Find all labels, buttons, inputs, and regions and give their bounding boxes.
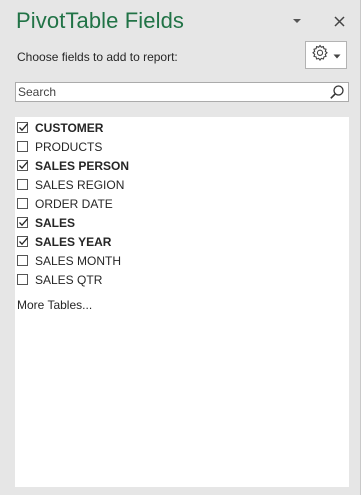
checkbox[interactable]	[17, 160, 28, 171]
task-pane-options-button[interactable]	[286, 10, 308, 32]
checkbox[interactable]	[17, 179, 28, 190]
chevron-down-icon	[333, 46, 341, 64]
field-item-products[interactable]: PRODUCTS	[17, 137, 337, 156]
pivottable-fields-pane: PivotTable Fields Choose fields to add t…	[0, 0, 361, 495]
field-label: PRODUCTS	[35, 139, 103, 154]
checkbox[interactable]	[17, 236, 28, 247]
pane-title: PivotTable Fields	[16, 8, 184, 33]
chevron-down-icon	[292, 18, 302, 24]
tools-button[interactable]	[305, 41, 347, 69]
field-item-sales-month[interactable]: SALES MONTH	[17, 251, 337, 270]
field-label: SALES REGION	[35, 177, 125, 192]
field-label: SALES	[35, 215, 76, 230]
more-tables-link[interactable]: More Tables...	[17, 298, 92, 312]
checkbox[interactable]	[17, 255, 28, 266]
field-item-sales-year[interactable]: SALES YEAR	[17, 232, 337, 251]
field-label: ORDER DATE	[35, 196, 113, 211]
search-input[interactable]	[16, 83, 328, 101]
field-list: CUSTOMER PRODUCTS SALES PERSON SALES REG…	[15, 117, 349, 487]
checkbox[interactable]	[17, 141, 28, 152]
pane-subtitle: Choose fields to add to report:	[17, 50, 178, 64]
field-label: SALES MONTH	[35, 253, 122, 268]
checkbox[interactable]	[17, 217, 28, 228]
field-item-sales-region[interactable]: SALES REGION	[17, 175, 337, 194]
field-item-sales-person[interactable]: SALES PERSON	[17, 156, 337, 175]
close-button[interactable]	[328, 10, 350, 32]
field-label: SALES YEAR	[35, 234, 112, 249]
field-label: SALES PERSON	[35, 158, 130, 173]
checkbox[interactable]	[17, 274, 28, 285]
field-item-sales-qtr[interactable]: SALES QTR	[17, 270, 337, 289]
gear-icon	[311, 44, 329, 67]
close-icon	[333, 15, 345, 27]
field-label: SALES QTR	[35, 272, 103, 287]
field-item-order-date[interactable]: ORDER DATE	[17, 194, 337, 213]
checkbox[interactable]	[17, 198, 28, 209]
checkbox[interactable]	[17, 122, 28, 133]
search-field[interactable]	[15, 82, 349, 102]
field-item-customer[interactable]: CUSTOMER	[17, 118, 337, 137]
field-label: CUSTOMER	[35, 120, 104, 135]
field-item-sales[interactable]: SALES	[17, 213, 337, 232]
search-icon[interactable]	[329, 84, 345, 100]
